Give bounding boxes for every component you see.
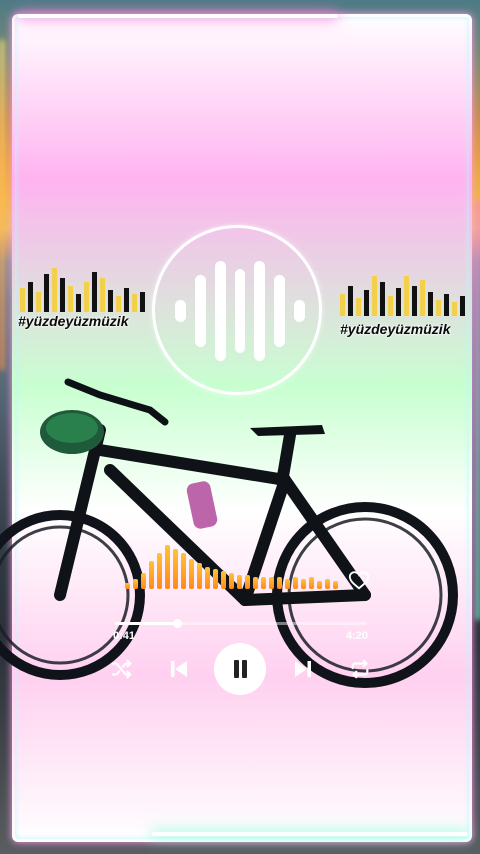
current-time: 0:41 <box>113 630 136 642</box>
skip-previous-icon[interactable] <box>169 659 189 679</box>
neon-glow-left <box>0 40 4 370</box>
pause-icon <box>234 660 239 678</box>
brand-hashtag-left: #yüzdeyüzmüzik <box>18 313 129 329</box>
skip-next-icon[interactable] <box>293 659 313 679</box>
playback-visualizer <box>125 545 338 589</box>
brand-hashtag-right: #yüzdeyüzmüzik <box>340 321 451 337</box>
shuffle-icon[interactable] <box>111 659 133 679</box>
pause-button[interactable] <box>214 643 266 695</box>
audio-waveform-logo <box>175 258 306 364</box>
equalizer-left <box>20 268 145 312</box>
repeat-icon[interactable] <box>349 658 371 680</box>
equalizer-right <box>340 272 465 316</box>
neon-bar-bottom <box>152 832 468 836</box>
neon-bar-top <box>18 14 338 18</box>
total-time: 4:20 <box>346 630 369 642</box>
heart-icon[interactable] <box>348 569 370 591</box>
seek-bar[interactable] <box>115 619 367 628</box>
seek-bar-fill <box>115 622 178 625</box>
